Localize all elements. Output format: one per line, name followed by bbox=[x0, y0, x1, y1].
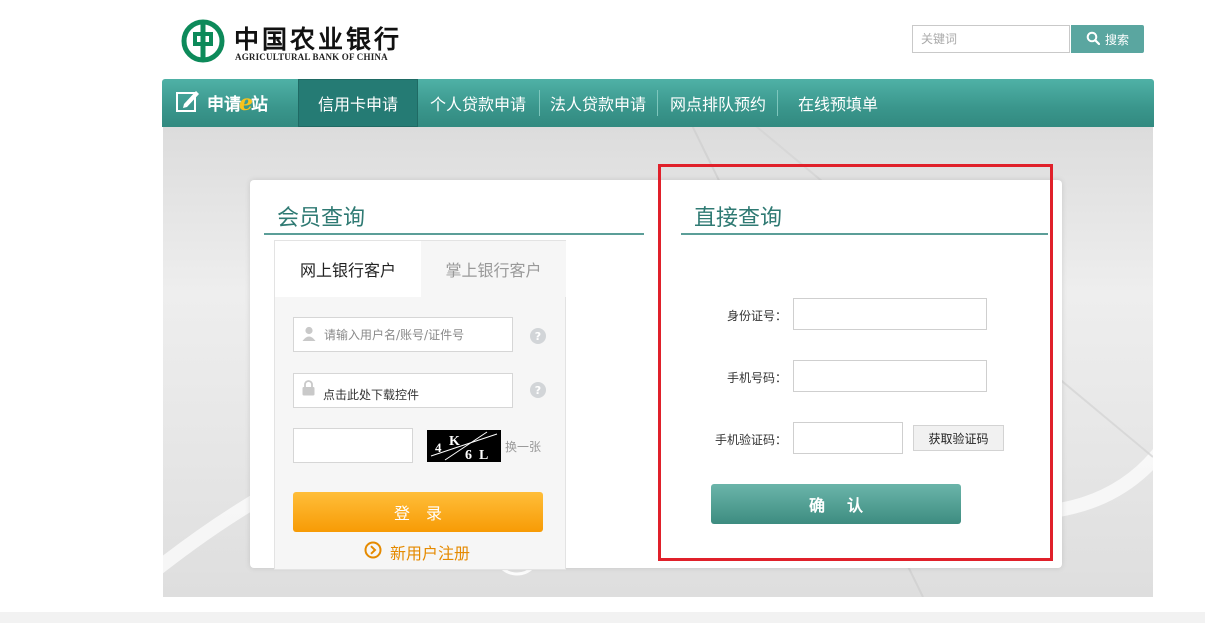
nav-tab-personal-loan[interactable]: 个人贷款申请 bbox=[430, 79, 526, 127]
bank-name-cn: 中国农业银行 bbox=[234, 25, 403, 54]
password-input[interactable]: 点击此处下载控件 bbox=[293, 373, 513, 408]
nav-separator bbox=[657, 90, 658, 116]
username-placeholder: 请输入用户名/账号/证件号 bbox=[324, 328, 465, 342]
nav-separator bbox=[777, 90, 778, 116]
refresh-captcha-link[interactable]: 换一张 bbox=[505, 438, 541, 455]
nav-brand[interactable]: 申请e站 bbox=[175, 89, 268, 117]
lock-icon bbox=[302, 380, 315, 399]
password-help-icon[interactable]: ? bbox=[530, 382, 546, 398]
register-link-label: 新用户注册 bbox=[390, 544, 471, 563]
download-control-link[interactable]: 点击此处下载控件 bbox=[323, 386, 419, 403]
tab-online-banking[interactable]: 网上银行客户 bbox=[275, 241, 421, 297]
login-button[interactable]: 登录 bbox=[293, 492, 543, 532]
captcha-image[interactable]: 4 K 6 L bbox=[427, 430, 501, 463]
nav-brand-post: 站 bbox=[251, 95, 268, 115]
edit-icon bbox=[175, 88, 201, 119]
captcha-char: K bbox=[449, 434, 460, 449]
register-link[interactable]: 新用户注册 bbox=[364, 540, 470, 564]
nav-tab-credit-card[interactable]: 信用卡申请 bbox=[298, 79, 418, 127]
footer-band bbox=[0, 612, 1205, 623]
nav-tab-corporate-loan[interactable]: 法人贷款申请 bbox=[550, 79, 646, 127]
nav-brand-pre: 申请 bbox=[207, 95, 241, 115]
captcha-char: L bbox=[479, 448, 488, 462]
captcha-input[interactable] bbox=[293, 428, 413, 463]
member-title-underline bbox=[264, 233, 644, 235]
search-input[interactable] bbox=[912, 25, 1070, 53]
search-icon bbox=[1086, 31, 1101, 48]
bank-name-en: AGRICULTURAL BANK OF CHINA bbox=[235, 52, 388, 62]
captcha-char: 6 bbox=[465, 448, 472, 462]
search-button[interactable]: 搜索 bbox=[1071, 25, 1144, 53]
tab-mobile-banking[interactable]: 掌上银行客户 bbox=[421, 241, 566, 297]
abc-logo-icon bbox=[181, 19, 225, 63]
highlight-box bbox=[658, 164, 1053, 561]
member-query-title: 会员查询 bbox=[277, 206, 366, 231]
user-icon bbox=[302, 326, 316, 344]
search-button-label: 搜索 bbox=[1104, 32, 1129, 47]
nav-separator bbox=[539, 90, 540, 116]
username-input[interactable]: 请输入用户名/账号/证件号 bbox=[293, 317, 513, 352]
arrow-circle-icon bbox=[364, 541, 382, 563]
username-help-icon[interactable]: ? bbox=[530, 328, 546, 344]
nav-tab-branch-queue[interactable]: 网点排队预约 bbox=[670, 79, 766, 127]
nav-tab-online-prefill[interactable]: 在线预填单 bbox=[798, 79, 878, 127]
captcha-char: 4 bbox=[435, 440, 442, 455]
